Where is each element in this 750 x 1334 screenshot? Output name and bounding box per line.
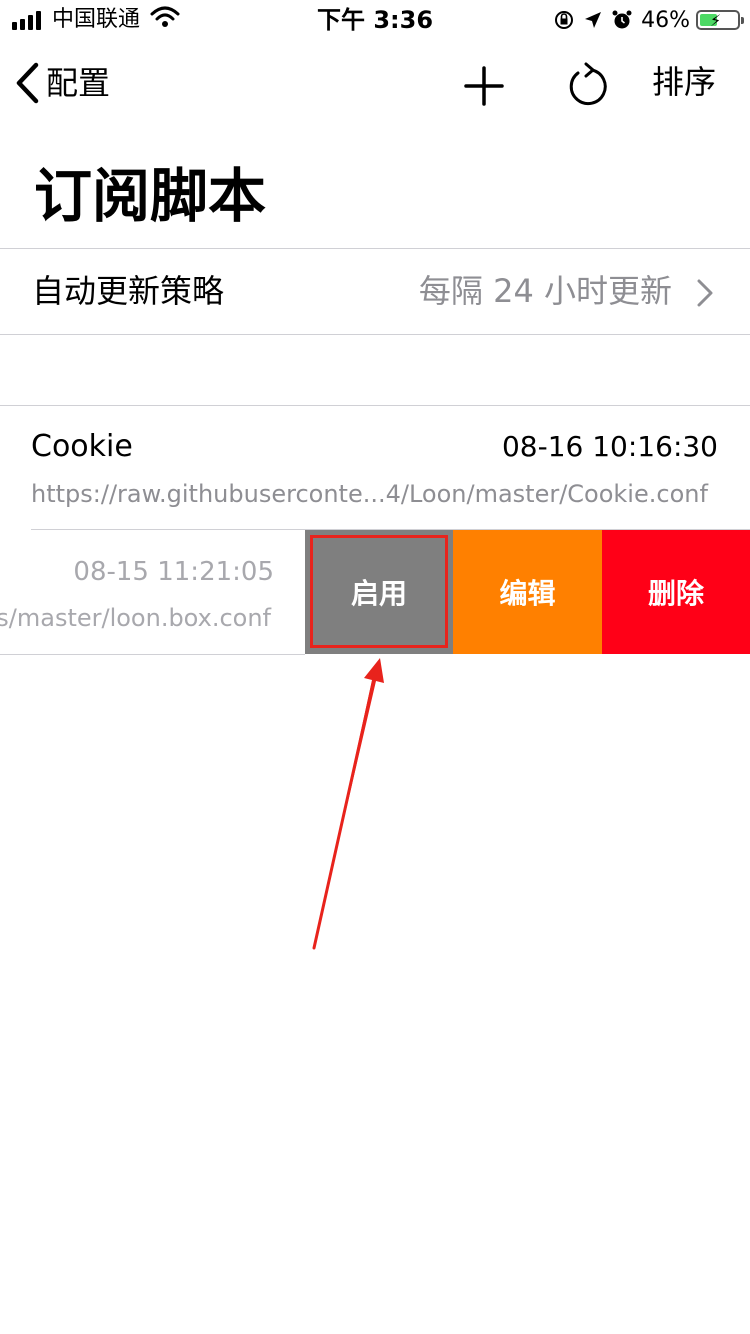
script-url: s/master/loon.box.conf <box>0 604 271 632</box>
alarm-icon <box>611 9 633 31</box>
script-list-item-swiped: 08-15 11:21:05 s/master/loon.box.conf 启用… <box>0 530 750 654</box>
script-url: https://raw.githubuserconte...4/Loon/mas… <box>31 480 708 508</box>
auto-update-value: 每隔 24 小时更新 <box>418 272 672 310</box>
back-label: 配置 <box>46 64 111 102</box>
script-list-item[interactable]: Cookie 08-16 10:16:30 https://raw.github… <box>0 406 750 529</box>
divider <box>0 654 305 655</box>
add-button[interactable] <box>456 58 512 114</box>
status-right: 46% ⚡ <box>545 6 744 34</box>
page-title: 订阅脚本 <box>34 162 267 230</box>
battery-percent: 46% <box>641 7 690 33</box>
location-icon <box>583 10 603 30</box>
status-bar: 中国联通 下午 3:36 46% ⚡ <box>0 0 750 40</box>
refresh-button[interactable] <box>560 58 616 114</box>
sort-button[interactable]: 排序 <box>652 62 716 102</box>
delete-button[interactable]: 删除 <box>602 530 750 654</box>
back-button[interactable]: 配置 <box>14 62 110 104</box>
chevron-right-icon <box>697 279 713 307</box>
navigation-bar: 配置 排序 <box>0 40 750 128</box>
script-time: 08-15 11:21:05 <box>73 557 274 587</box>
charging-bolt-icon: ⚡ <box>710 11 722 30</box>
enable-button[interactable]: 启用 <box>305 530 453 654</box>
battery-icon: ⚡ <box>696 10 744 30</box>
script-name: Cookie <box>31 429 133 464</box>
auto-update-label: 自动更新策略 <box>32 272 225 310</box>
plus-icon <box>464 66 504 106</box>
script-item-content[interactable]: 08-15 11:21:05 s/master/loon.box.conf <box>0 530 305 654</box>
section-gap <box>0 335 750 405</box>
chevron-left-icon <box>16 62 39 104</box>
auto-update-row[interactable]: 自动更新策略 每隔 24 小时更新 <box>0 249 750 334</box>
script-time: 08-16 10:16:30 <box>501 430 718 463</box>
orientation-lock-icon <box>553 9 575 31</box>
refresh-icon <box>569 62 607 106</box>
edit-button[interactable]: 编辑 <box>453 530 602 654</box>
